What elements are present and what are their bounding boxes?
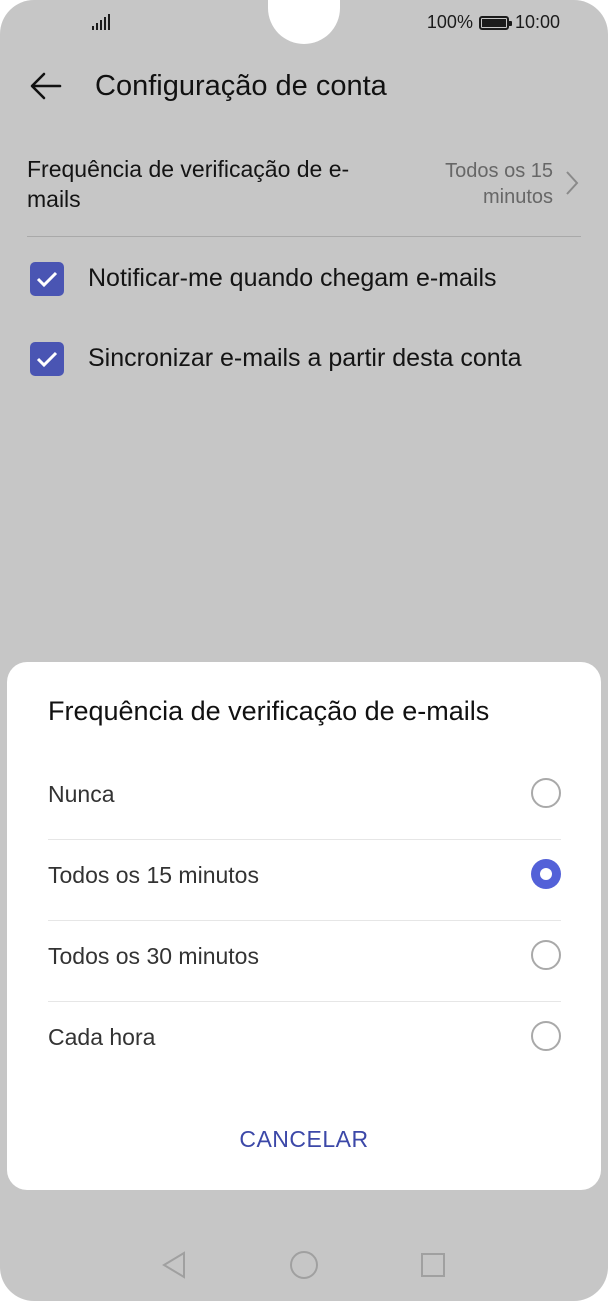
- cancel-button[interactable]: CANCELAR: [7, 1126, 601, 1153]
- battery-icon: [478, 15, 512, 30]
- triangle-back-icon[interactable]: [160, 1250, 188, 1280]
- option-label: Nunca: [48, 781, 115, 807]
- sync-checkbox[interactable]: [30, 342, 64, 376]
- sync-checkbox-label: Sincronizar e-mails a partir desta conta: [88, 344, 522, 372]
- status-bar: 100% 10:00: [0, 0, 608, 44]
- square-recents-icon[interactable]: [419, 1250, 447, 1280]
- checkmark-icon: [36, 351, 58, 368]
- option-hourly[interactable]: Cada hora: [48, 1001, 561, 1082]
- notify-checkbox-label: Notificar-me quando chegam e-mails: [88, 264, 497, 292]
- option-label: Todos os 15 minutos: [48, 862, 259, 888]
- clock: 10:00: [514, 12, 560, 32]
- option-15-minutes[interactable]: Todos os 15 minutos: [48, 839, 561, 921]
- app-bar: Configuração de conta: [0, 56, 608, 116]
- battery-percent: 100%: [426, 12, 473, 32]
- arrow-left-icon[interactable]: [26, 66, 66, 106]
- frequency-dialog: Frequência de verificação de e-mails Nun…: [7, 662, 601, 1190]
- chevron-right-icon: [566, 171, 579, 195]
- option-label: Cada hora: [48, 1024, 156, 1050]
- notify-checkbox-row[interactable]: Notificar-me quando chegam e-mails: [30, 260, 590, 300]
- navigation-bar: [0, 1230, 608, 1300]
- radio-button[interactable]: [531, 1021, 561, 1051]
- radio-button[interactable]: [531, 940, 561, 970]
- checkmark-icon: [36, 271, 58, 288]
- frequency-setting-row[interactable]: Frequência de verificação de e-mails Tod…: [27, 150, 581, 237]
- option-30-minutes[interactable]: Todos os 30 minutos: [48, 920, 561, 1002]
- radio-button[interactable]: [531, 778, 561, 808]
- page-title: Configuração de conta: [95, 70, 387, 102]
- notify-checkbox[interactable]: [30, 262, 64, 296]
- radio-button-selected[interactable]: [531, 859, 561, 889]
- sync-checkbox-row[interactable]: Sincronizar e-mails a partir desta conta: [30, 340, 590, 380]
- circle-home-icon[interactable]: [289, 1250, 319, 1280]
- option-never[interactable]: Nunca: [48, 758, 561, 840]
- frequency-setting-label: Frequência de verificação de e-mails: [27, 156, 350, 212]
- option-label: Todos os 30 minutos: [48, 943, 259, 969]
- phone-screen: 100% 10:00 Configuração de conta Frequên…: [0, 0, 608, 1301]
- dialog-title: Frequência de verificação de e-mails: [48, 696, 490, 726]
- signal-icon: [92, 14, 110, 30]
- frequency-setting-value: Todos os 15 minutos: [445, 160, 553, 208]
